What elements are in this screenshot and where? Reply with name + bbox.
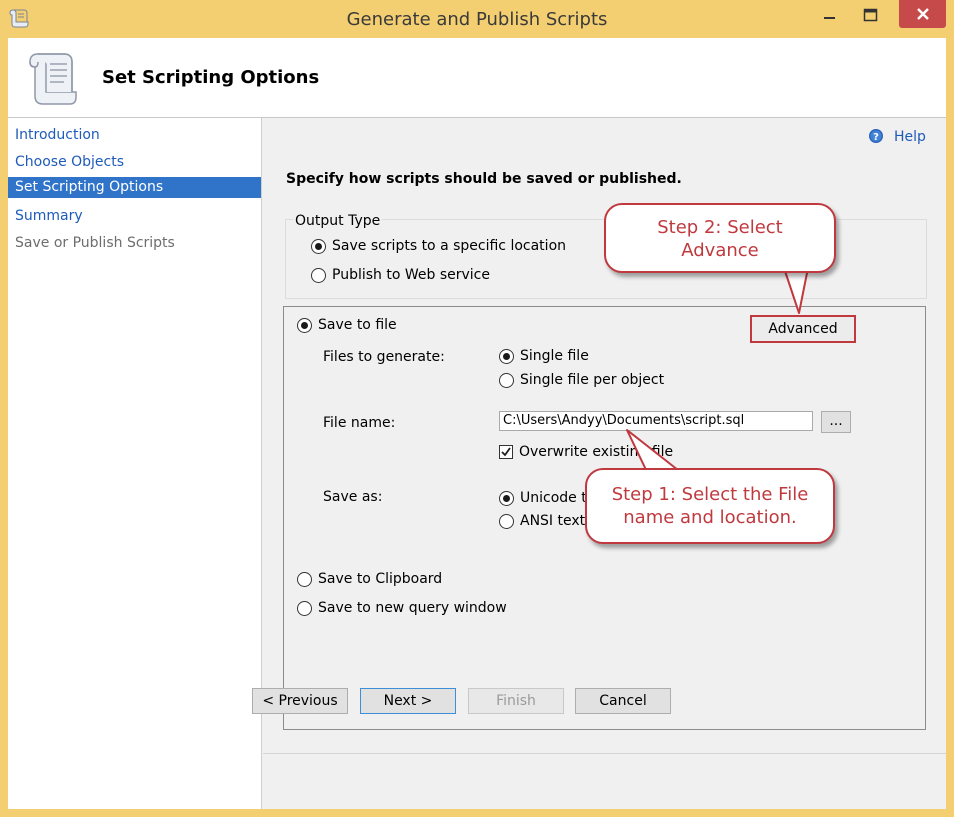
option-single-file-per-object[interactable]: Single file per object bbox=[499, 372, 664, 388]
close-button[interactable] bbox=[899, 0, 946, 28]
file-name-label: File name: bbox=[323, 415, 396, 431]
option-single-file[interactable]: Single file bbox=[499, 348, 589, 364]
save-to-file-radio[interactable] bbox=[297, 317, 312, 333]
save-to-query-window-radio[interactable] bbox=[297, 600, 312, 616]
save-to-location-radio[interactable] bbox=[311, 238, 326, 254]
maximize-button[interactable] bbox=[852, 0, 890, 30]
nav-item-introduction[interactable]: Introduction bbox=[8, 125, 261, 146]
checkmark-icon bbox=[501, 447, 511, 457]
save-to-file-label: Save to file bbox=[318, 317, 397, 333]
help-icon: ? bbox=[869, 129, 883, 143]
step2-callout-line2: Advance bbox=[681, 240, 759, 261]
file-name-input[interactable] bbox=[499, 411, 813, 431]
save-to-clipboard-radio[interactable] bbox=[297, 571, 312, 587]
single-file-label: Single file bbox=[520, 348, 589, 364]
option-save-to-file[interactable]: Save to file bbox=[297, 317, 397, 333]
publish-web-service-label: Publish to Web service bbox=[332, 267, 490, 283]
nav-item-summary[interactable]: Summary bbox=[8, 206, 261, 227]
overwrite-existing-file-option[interactable]: Overwrite existing file bbox=[499, 444, 673, 460]
step2-callout-line1: Step 2: Select bbox=[657, 217, 783, 238]
save-as-label: Save as: bbox=[323, 489, 383, 505]
save-to-clipboard-label: Save to Clipboard bbox=[318, 571, 443, 587]
publish-web-service-radio[interactable] bbox=[311, 267, 326, 283]
step1-callout-line2: name and location. bbox=[623, 507, 797, 528]
output-type-legend: Output Type bbox=[293, 213, 383, 229]
option-ansi-text[interactable]: ANSI text bbox=[499, 513, 585, 529]
instruction-text: Specify how scripts should be saved or p… bbox=[286, 171, 682, 187]
next-button[interactable]: Next > bbox=[360, 688, 456, 714]
browse-button[interactable]: ... bbox=[821, 411, 851, 433]
ansi-text-radio[interactable] bbox=[499, 513, 514, 529]
unicode-text-radio[interactable] bbox=[499, 490, 514, 506]
nav-item-choose-objects[interactable]: Choose Objects bbox=[8, 152, 261, 173]
help-label: Help bbox=[894, 129, 926, 145]
single-file-per-object-label: Single file per object bbox=[520, 372, 665, 388]
step1-callout-line1: Step 1: Select the File bbox=[611, 484, 809, 505]
ansi-text-label: ANSI text bbox=[520, 513, 586, 529]
minimize-icon bbox=[824, 17, 835, 19]
nav-item-set-scripting-options[interactable]: Set Scripting Options bbox=[8, 177, 261, 198]
window-frame: Generate and Publish Scripts Set Scripti… bbox=[0, 0, 954, 817]
finish-button: Finish bbox=[468, 688, 564, 714]
title-bar[interactable]: Generate and Publish Scripts bbox=[0, 0, 954, 38]
wizard-nav: Introduction Choose Objects Set Scriptin… bbox=[8, 118, 262, 809]
step2-callout: Step 2: Select Advance bbox=[604, 203, 836, 273]
step1-callout: Step 1: Select the File name and locatio… bbox=[585, 468, 835, 544]
cancel-button[interactable]: Cancel bbox=[575, 688, 671, 714]
window-title: Generate and Publish Scripts bbox=[346, 9, 608, 30]
maximize-icon bbox=[863, 8, 878, 22]
svg-text:?: ? bbox=[873, 132, 879, 143]
close-icon bbox=[916, 8, 929, 20]
save-to-location-label: Save scripts to a specific location bbox=[332, 238, 567, 254]
files-to-generate-label: Files to generate: bbox=[323, 349, 445, 365]
advanced-button[interactable]: Advanced bbox=[750, 315, 856, 343]
page-title: Set Scripting Options bbox=[102, 67, 320, 88]
single-file-per-object-radio[interactable] bbox=[499, 372, 514, 388]
footer-divider bbox=[263, 753, 946, 754]
previous-button[interactable]: < Previous bbox=[252, 688, 348, 714]
option-save-to-location[interactable]: Save scripts to a specific location bbox=[311, 238, 566, 254]
save-to-query-window-label: Save to new query window bbox=[318, 600, 507, 616]
overwrite-label: Overwrite existing file bbox=[519, 444, 674, 460]
minimize-button[interactable] bbox=[812, 0, 848, 30]
script-scroll-icon bbox=[29, 53, 77, 105]
option-save-to-query-window[interactable]: Save to new query window bbox=[297, 600, 507, 616]
single-file-radio[interactable] bbox=[499, 348, 514, 364]
option-publish-web-service[interactable]: Publish to Web service bbox=[311, 267, 490, 283]
nav-item-save-or-publish-scripts: Save or Publish Scripts bbox=[15, 235, 175, 251]
help-link[interactable]: ? Help bbox=[868, 128, 926, 145]
page-header: Set Scripting Options bbox=[8, 38, 946, 118]
option-save-to-clipboard[interactable]: Save to Clipboard bbox=[297, 571, 442, 587]
overwrite-checkbox[interactable] bbox=[499, 445, 513, 459]
